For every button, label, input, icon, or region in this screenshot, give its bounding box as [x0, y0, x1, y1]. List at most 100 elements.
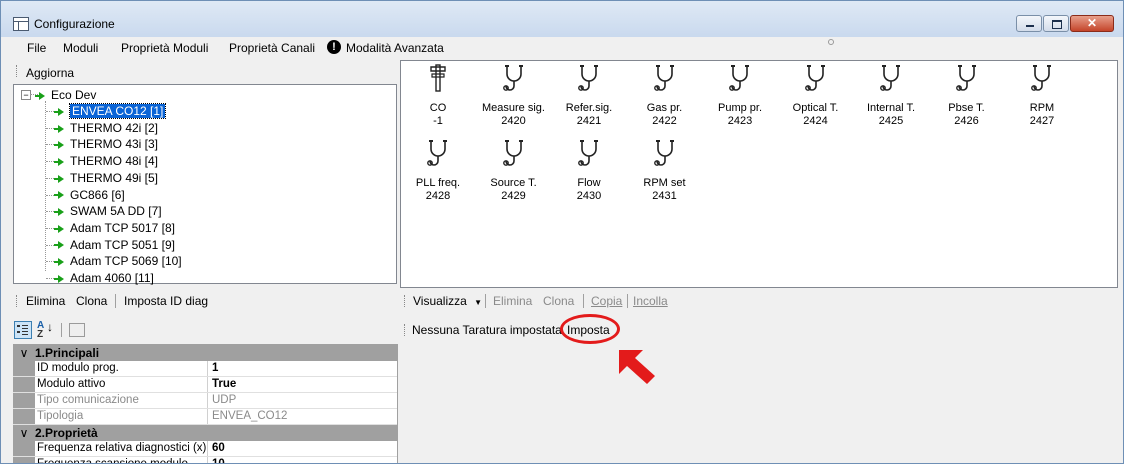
menu-modalita-avanzata[interactable]: Modalità Avanzata	[346, 41, 444, 55]
stethoscope-icon	[804, 64, 827, 94]
toolbar-grip[interactable]	[16, 65, 19, 77]
row-margin	[13, 409, 35, 424]
channel-item[interactable]: CO -1	[403, 64, 473, 128]
stethoscope-icon	[653, 139, 676, 169]
row-margin	[13, 361, 35, 376]
configurazione-window: Configurazione ✕ File Moduli Proprietà M…	[0, 0, 1124, 464]
property-value[interactable]: True	[212, 377, 236, 392]
tree-item-module[interactable]: Adam TCP 5069 [10]	[54, 254, 182, 269]
channel-item[interactable]: Gas pr. 2422	[630, 64, 700, 128]
channel-item[interactable]: Source T. 2429	[479, 139, 549, 203]
visualizza-dropdown[interactable]: Visualizza ▼	[413, 294, 482, 308]
arrow-icon	[54, 241, 64, 250]
property-value[interactable]: UDP	[212, 393, 236, 408]
menu-proprieta-canali[interactable]: Proprietà Canali	[229, 41, 315, 55]
minimize-button[interactable]	[1016, 15, 1042, 32]
imposta-id-diag-button[interactable]: Imposta ID diag	[124, 294, 208, 308]
stethoscope-icon	[427, 139, 449, 169]
copia-button[interactable]: Copia	[591, 294, 622, 308]
elimina-channel-button[interactable]: Elimina	[493, 294, 532, 308]
property-row[interactable]: Tipologia ENVEA_CO12	[13, 409, 397, 425]
aggiorna-button[interactable]: Aggiorna	[26, 66, 74, 80]
property-row[interactable]: Tipo comunicazione UDP	[13, 393, 397, 409]
clona-module-button[interactable]: Clona	[76, 294, 107, 308]
channel-item[interactable]: RPM set 2431	[630, 139, 700, 203]
property-value[interactable]: 1	[212, 361, 218, 376]
calibration-area	[400, 343, 1118, 463]
channel-item[interactable]: PLL freq. 2428	[403, 139, 473, 203]
property-row[interactable]: Frequenza scansione modulo 10	[13, 457, 397, 463]
maximize-button[interactable]	[1043, 15, 1069, 32]
tree-item-module[interactable]: THERMO 49i [5]	[54, 171, 158, 185]
tree-item-label: Adam 4060 [11]	[70, 271, 154, 285]
property-pages-icon[interactable]	[69, 323, 85, 337]
property-value[interactable]: 10	[212, 457, 225, 463]
channel-name: Pbse T.	[948, 102, 985, 114]
menu-file[interactable]: File	[27, 41, 46, 55]
arrow-icon	[54, 107, 64, 116]
menu-moduli[interactable]: Moduli	[63, 41, 98, 55]
channel-id: 2426	[954, 115, 979, 127]
channel-item[interactable]: Refer.sig. 2421	[554, 64, 624, 128]
tree-item-label: Adam TCP 5069 [10]	[70, 254, 182, 269]
tree-item-module[interactable]: GC866 [6]	[54, 187, 125, 202]
channel-item[interactable]: Pump pr. 2423	[705, 64, 775, 128]
property-row[interactable]: Frequenza relativa diagnostici (x) 60	[13, 441, 397, 457]
channel-item[interactable]: Optical T. 2424	[781, 64, 851, 128]
tree-root-eco-dev[interactable]: Eco Dev	[35, 88, 96, 102]
channel-name: CO	[429, 102, 447, 114]
collapse-icon[interactable]: ∨	[13, 345, 35, 361]
tree-item-label: SWAM 5A DD [7]	[70, 204, 162, 219]
tree-expander[interactable]: −	[21, 90, 31, 100]
tree-item-label: ENVEA CO12 [1]	[68, 103, 167, 119]
category-proprieta[interactable]: ∨ 2.Proprietà	[13, 425, 397, 441]
tree-item-module[interactable]: SWAM 5A DD [7]	[54, 204, 162, 219]
close-button[interactable]: ✕	[1070, 15, 1114, 32]
collapse-icon[interactable]: ∨	[13, 425, 35, 441]
title-bar[interactable]: Configurazione ✕	[1, 1, 1123, 37]
channel-item[interactable]: Pbse T. 2426	[932, 64, 1002, 128]
clona-channel-button[interactable]: Clona	[543, 294, 574, 308]
alphabetical-sort-icon[interactable]: A Z ↓	[37, 321, 57, 340]
tree-item-module[interactable]: THERMO 43i [3]	[54, 137, 158, 151]
channel-item[interactable]: RPM 2427	[1007, 64, 1077, 128]
property-row[interactable]: ID modulo prog. 1	[13, 361, 397, 377]
elimina-module-button[interactable]: Elimina	[26, 294, 65, 308]
channel-item[interactable]: Flow 2430	[554, 139, 624, 203]
toolbar-grip[interactable]	[16, 295, 19, 307]
column-divider[interactable]	[207, 409, 208, 424]
column-divider[interactable]	[207, 361, 208, 376]
property-value[interactable]: ENVEA_CO12	[212, 409, 287, 424]
tree-item-module[interactable]: ENVEA CO12 [1]	[54, 103, 167, 119]
column-divider[interactable]	[207, 441, 208, 456]
column-divider[interactable]	[207, 457, 208, 463]
tree-item-label: GC866 [6]	[70, 187, 125, 202]
column-divider[interactable]	[207, 393, 208, 408]
tree-item-label: THERMO 48i [4]	[70, 154, 159, 169]
tree-item-module[interactable]: Adam TCP 5017 [8]	[54, 221, 175, 235]
window-icon	[13, 17, 29, 31]
toolbar-separator	[583, 294, 584, 308]
categorized-icon[interactable]	[14, 321, 32, 339]
property-row[interactable]: Modulo attivo True	[13, 377, 397, 393]
channel-name: PLL freq.	[415, 177, 461, 189]
stethoscope-icon	[502, 139, 525, 169]
arrow-icon	[54, 274, 64, 283]
channel-item[interactable]: Measure sig. 2420	[479, 64, 549, 128]
channel-id: 2427	[1029, 115, 1055, 127]
column-divider[interactable]	[207, 377, 208, 392]
property-value[interactable]: 60	[212, 441, 225, 456]
arrow-icon	[54, 157, 64, 166]
tree-item-module[interactable]: THERMO 42i [2]	[54, 121, 158, 135]
category-principali[interactable]: ∨ 1.Principali	[13, 345, 397, 361]
row-margin	[13, 393, 35, 408]
channel-item[interactable]: Internal T. 2425	[856, 64, 926, 128]
toolbar-grip[interactable]	[404, 324, 407, 336]
toolbar-grip[interactable]	[404, 295, 407, 307]
incolla-button[interactable]: Incolla	[633, 294, 668, 308]
channel-id: 2428	[425, 190, 451, 202]
tree-item-module[interactable]: Adam 4060 [11]	[54, 271, 154, 285]
tree-item-module[interactable]: Adam TCP 5051 [9]	[54, 238, 175, 252]
menu-proprieta-moduli[interactable]: Proprietà Moduli	[121, 41, 208, 55]
tree-item-module[interactable]: THERMO 48i [4]	[54, 154, 159, 169]
